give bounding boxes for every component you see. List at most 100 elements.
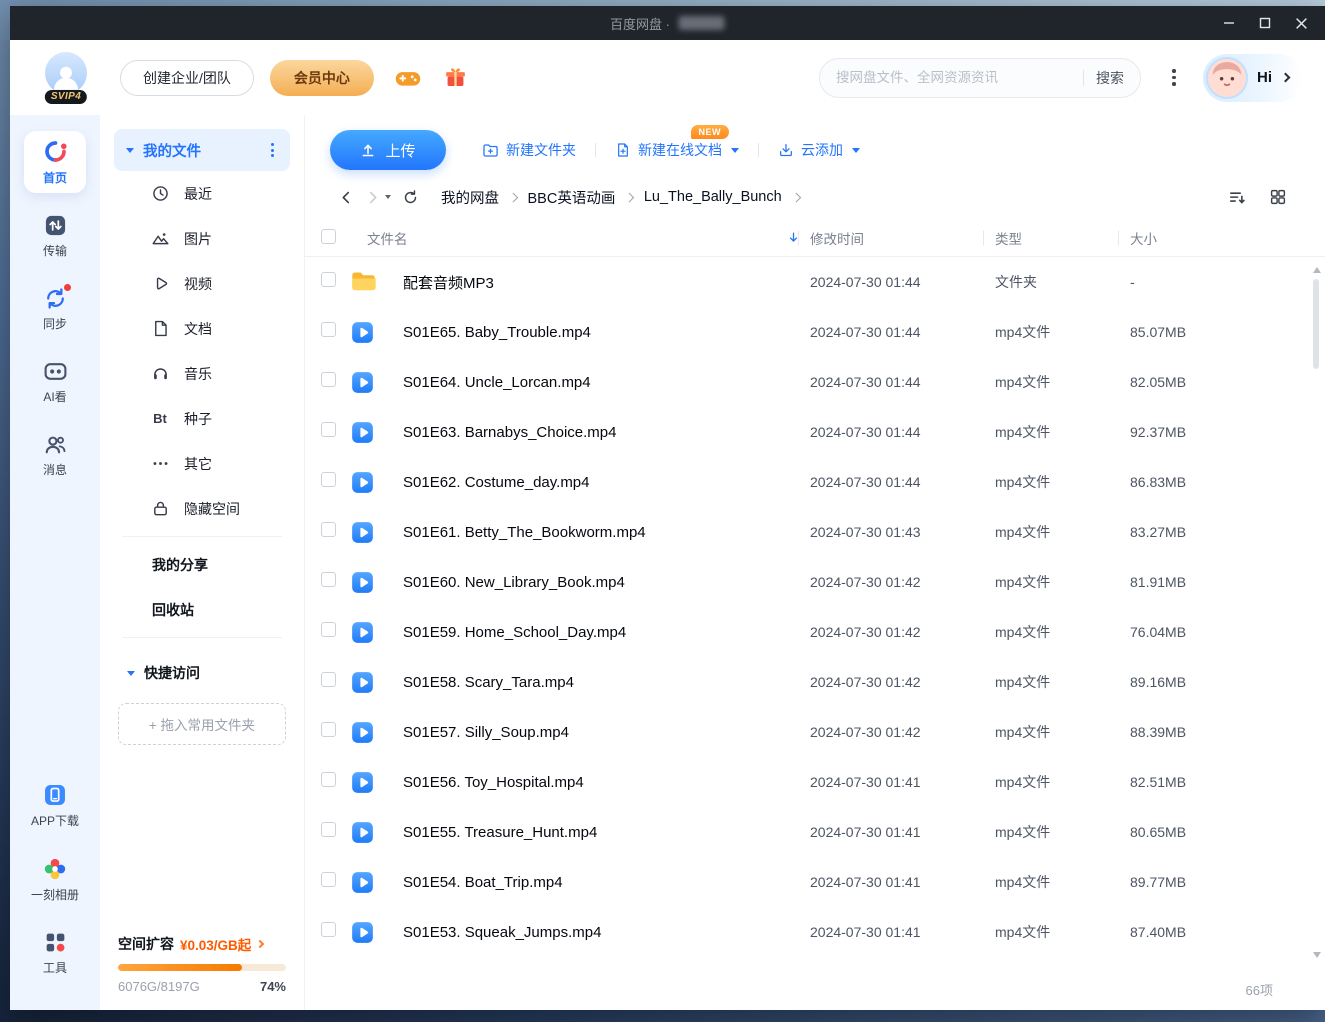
file-name[interactable]: S01E60. New_Library_Book.mp4 xyxy=(387,574,810,591)
row-checkbox[interactable] xyxy=(321,272,336,287)
table-row[interactable]: S01E63. Barnabys_Choice.mp4 2024-07-30 0… xyxy=(305,407,1325,457)
file-name[interactable]: S01E63. Barnabys_Choice.mp4 xyxy=(387,424,810,441)
table-row[interactable]: S01E57. Silly_Soup.mp4 2024-07-30 01:42 … xyxy=(305,707,1325,757)
sidebar-item-others[interactable]: 其它 xyxy=(114,441,290,486)
sidebar-item-pictures[interactable]: 图片 xyxy=(114,216,290,261)
nav-transfer[interactable]: 传输 xyxy=(24,206,86,266)
sidebar-item-torrents[interactable]: Bt 种子 xyxy=(114,396,290,441)
refresh-button[interactable] xyxy=(397,184,423,210)
history-dropdown-icon[interactable] xyxy=(385,195,391,199)
storage-expand-price-link[interactable]: ¥0.03/GB起 xyxy=(180,934,251,954)
table-row[interactable]: S01E58. Scary_Tara.mp4 2024-07-30 01:42 … xyxy=(305,657,1325,707)
search-input[interactable] xyxy=(836,70,1071,85)
table-row[interactable]: S01E53. Squeak_Jumps.mp4 2024-07-30 01:4… xyxy=(305,907,1325,957)
sidebar-item-my-files[interactable]: 我的文件 xyxy=(114,129,290,171)
pin-folder-dropzone[interactable]: + 拖入常用文件夹 xyxy=(118,703,286,745)
row-checkbox[interactable] xyxy=(321,472,336,487)
table-row[interactable]: S01E61. Betty_The_Bookworm.mp4 2024-07-3… xyxy=(305,507,1325,557)
row-checkbox[interactable] xyxy=(321,722,336,737)
select-all-checkbox[interactable] xyxy=(321,229,336,244)
table-row[interactable]: S01E65. Baby_Trouble.mp4 2024-07-30 01:4… xyxy=(305,307,1325,357)
file-name[interactable]: S01E65. Baby_Trouble.mp4 xyxy=(387,324,810,341)
forward-button[interactable] xyxy=(359,184,385,210)
column-header-size[interactable]: 大小 xyxy=(1130,228,1305,248)
game-controller-icon[interactable] xyxy=(394,64,422,92)
nav-home[interactable]: 首页 xyxy=(24,131,86,193)
sidebar-section-quick-access[interactable]: 快捷访问 xyxy=(114,653,290,693)
maximize-button[interactable] xyxy=(1249,10,1281,36)
table-row[interactable]: S01E60. New_Library_Book.mp4 2024-07-30 … xyxy=(305,557,1325,607)
table-row[interactable]: 配套音频MP3 2024-07-30 01:44 文件夹 - xyxy=(305,257,1325,307)
file-name[interactable]: S01E59. Home_School_Day.mp4 xyxy=(387,624,810,641)
file-name[interactable]: S01E58. Scary_Tara.mp4 xyxy=(387,674,810,691)
back-button[interactable] xyxy=(333,184,359,210)
row-checkbox[interactable] xyxy=(321,822,336,837)
minimize-button[interactable] xyxy=(1213,10,1245,36)
search-box[interactable]: 搜索 xyxy=(819,58,1141,98)
scroll-down-icon[interactable] xyxy=(1313,952,1321,958)
scrollbar-thumb[interactable] xyxy=(1313,279,1319,369)
breadcrumb-item[interactable]: 我的网盘 xyxy=(441,187,499,208)
nav-sync[interactable]: 同步 xyxy=(24,279,86,339)
breadcrumb-item[interactable]: Lu_The_Bally_Bunch xyxy=(644,189,782,205)
sidebar-item-music[interactable]: 音乐 xyxy=(114,351,290,396)
file-name[interactable]: S01E61. Betty_The_Bookworm.mp4 xyxy=(387,524,810,541)
file-name[interactable]: 配套音频MP3 xyxy=(387,272,810,293)
row-checkbox[interactable] xyxy=(321,322,336,337)
row-checkbox[interactable] xyxy=(321,872,336,887)
row-checkbox[interactable] xyxy=(321,372,336,387)
create-team-button[interactable]: 创建企业/团队 xyxy=(120,60,254,96)
upload-button[interactable]: 上传 xyxy=(330,130,446,170)
my-files-menu-icon[interactable] xyxy=(267,139,278,161)
table-row[interactable]: S01E59. Home_School_Day.mp4 2024-07-30 0… xyxy=(305,607,1325,657)
sidebar-item-my-shares[interactable]: 我的分享 xyxy=(114,542,290,587)
row-checkbox[interactable] xyxy=(321,422,336,437)
grid-view-icon[interactable] xyxy=(1269,188,1287,206)
sidebar-item-documents[interactable]: 文档 xyxy=(114,306,290,351)
row-checkbox[interactable] xyxy=(321,622,336,637)
search-button[interactable]: 搜索 xyxy=(1096,68,1124,88)
table-row[interactable]: S01E56. Toy_Hospital.mp4 2024-07-30 01:4… xyxy=(305,757,1325,807)
sidebar-item-hidden-space[interactable]: 隐藏空间 xyxy=(114,486,290,531)
file-name[interactable]: S01E56. Toy_Hospital.mp4 xyxy=(387,774,810,791)
nav-photo-album[interactable]: 一刻相册 xyxy=(24,849,86,910)
scroll-up-icon[interactable] xyxy=(1313,267,1321,273)
breadcrumb-item[interactable]: BBC英语动画 xyxy=(528,187,616,208)
table-row[interactable]: S01E55. Treasure_Hunt.mp4 2024-07-30 01:… xyxy=(305,807,1325,857)
column-header-type[interactable]: 类型 xyxy=(995,228,1130,248)
file-name[interactable]: S01E64. Uncle_Lorcan.mp4 xyxy=(387,374,810,391)
row-checkbox[interactable] xyxy=(321,772,336,787)
sidebar-item-recycle-bin[interactable]: 回收站 xyxy=(114,587,290,632)
sidebar-item-videos[interactable]: 视频 xyxy=(114,261,290,306)
sidebar-item-recent[interactable]: 最近 xyxy=(114,171,290,216)
new-folder-button[interactable]: 新建文件夹 xyxy=(482,140,576,160)
file-name[interactable]: S01E54. Boat_Trip.mp4 xyxy=(387,874,810,891)
nav-app-download[interactable]: APP下载 xyxy=(24,775,86,836)
sort-order-icon[interactable] xyxy=(1228,188,1247,207)
row-checkbox[interactable] xyxy=(321,572,336,587)
table-row[interactable]: S01E54. Boat_Trip.mp4 2024-07-30 01:41 m… xyxy=(305,857,1325,907)
file-name[interactable]: S01E57. Silly_Soup.mp4 xyxy=(387,724,810,741)
table-row[interactable]: S01E64. Uncle_Lorcan.mp4 2024-07-30 01:4… xyxy=(305,357,1325,407)
nav-messages[interactable]: 消息 xyxy=(24,425,86,485)
row-checkbox[interactable] xyxy=(321,672,336,687)
user-account-chip[interactable]: Hi xyxy=(1203,54,1303,102)
more-menu-icon[interactable] xyxy=(1157,61,1191,95)
row-checkbox[interactable] xyxy=(321,922,336,937)
new-online-doc-button[interactable]: NEW 新建在线文档 xyxy=(615,140,739,160)
account-logo[interactable]: SVIP4 xyxy=(42,52,90,104)
close-button[interactable] xyxy=(1285,10,1317,36)
file-name[interactable]: S01E53. Squeak_Jumps.mp4 xyxy=(387,924,810,941)
column-header-name[interactable]: 文件名 xyxy=(367,228,408,248)
file-name[interactable]: S01E62. Costume_day.mp4 xyxy=(387,474,810,491)
file-name[interactable]: S01E55. Treasure_Hunt.mp4 xyxy=(387,824,810,841)
nav-ai-view[interactable]: AI看 xyxy=(24,352,86,412)
scrollbar[interactable] xyxy=(1310,267,1323,958)
nav-tools[interactable]: 工具 xyxy=(24,923,86,983)
table-row[interactable]: S01E62. Costume_day.mp4 2024-07-30 01:44… xyxy=(305,457,1325,507)
gift-icon[interactable] xyxy=(442,64,470,92)
member-center-button[interactable]: 会员中心 xyxy=(270,60,374,96)
row-checkbox[interactable] xyxy=(321,522,336,537)
titlebar[interactable]: 百度网盘 · xyxy=(10,6,1325,40)
column-header-modified[interactable]: 修改时间 xyxy=(810,228,995,248)
